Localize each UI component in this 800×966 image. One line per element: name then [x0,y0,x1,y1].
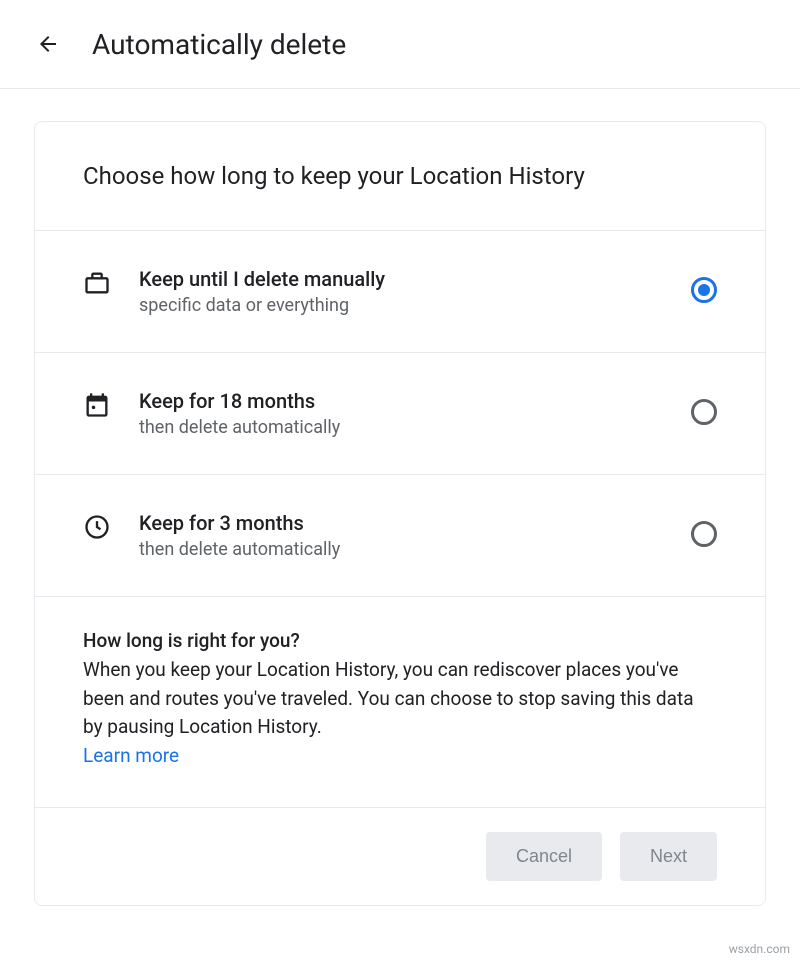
calendar-icon [83,391,111,419]
page-header: Automatically delete [0,0,800,89]
option-title: Keep for 18 months [139,389,691,413]
page-title: Automatically delete [92,28,346,61]
option-text: Keep for 18 months then delete automatic… [139,389,691,438]
briefcase-icon [83,269,111,297]
radio-button[interactable] [691,399,717,425]
radio-button[interactable] [691,277,717,303]
cancel-button[interactable]: Cancel [486,832,602,881]
option-subtitle: specific data or everything [139,295,691,316]
learn-more-link[interactable]: Learn more [83,744,179,767]
settings-card: Choose how long to keep your Location Hi… [34,121,766,906]
option-subtitle: then delete automatically [139,539,691,560]
option-keep-manual[interactable]: Keep until I delete manually specific da… [35,231,765,353]
option-keep-18-months[interactable]: Keep for 18 months then delete automatic… [35,353,765,475]
option-text: Keep for 3 months then delete automatica… [139,511,691,560]
option-subtitle: then delete automatically [139,417,691,438]
dialog-footer: Cancel Next [35,807,765,905]
option-title: Keep until I delete manually [139,267,691,291]
clock-icon [83,513,111,541]
option-text: Keep until I delete manually specific da… [139,267,691,316]
card-title: Choose how long to keep your Location Hi… [83,162,717,190]
info-section: How long is right for you? When you keep… [35,597,765,807]
arrow-left-icon [36,32,60,56]
info-text: When you keep your Location History, you… [83,656,717,742]
next-button[interactable]: Next [620,832,717,881]
info-title: How long is right for you? [83,629,717,652]
option-title: Keep for 3 months [139,511,691,535]
back-button[interactable] [28,24,68,64]
watermark: wsxdn.com [729,942,790,956]
radio-button[interactable] [691,521,717,547]
card-header: Choose how long to keep your Location Hi… [35,122,765,231]
option-keep-3-months[interactable]: Keep for 3 months then delete automatica… [35,475,765,597]
